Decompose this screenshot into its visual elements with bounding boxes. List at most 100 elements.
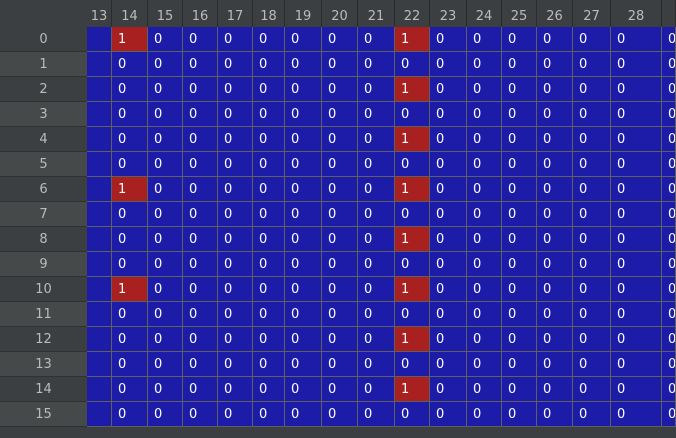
table-cell[interactable]: 0 bbox=[218, 102, 253, 127]
table-cell[interactable]: 0 bbox=[467, 402, 502, 427]
column-header[interactable]: 22 bbox=[395, 0, 430, 27]
table-cell[interactable]: 0 bbox=[611, 127, 662, 152]
column-header[interactable]: 14 bbox=[112, 0, 148, 27]
table-cell[interactable] bbox=[87, 202, 112, 227]
table-cell[interactable]: 0 bbox=[218, 227, 253, 252]
table-cell[interactable]: 0 bbox=[253, 27, 285, 52]
table-cell[interactable]: 0 bbox=[358, 227, 395, 252]
table-cell[interactable]: 0 bbox=[537, 402, 573, 427]
table-cell[interactable]: 0 bbox=[662, 152, 676, 177]
table-cell[interactable] bbox=[87, 402, 112, 427]
column-header[interactable]: 16 bbox=[183, 0, 218, 27]
row-header[interactable]: 11 bbox=[0, 302, 87, 327]
table-cell[interactable]: 0 bbox=[395, 102, 430, 127]
table-cell[interactable]: 0 bbox=[358, 302, 395, 327]
table-cell[interactable]: 0 bbox=[358, 252, 395, 277]
table-cell[interactable]: 0 bbox=[183, 152, 218, 177]
table-cell[interactable]: 0 bbox=[611, 177, 662, 202]
table-cell[interactable]: 0 bbox=[148, 252, 183, 277]
table-cell[interactable]: 0 bbox=[285, 252, 322, 277]
table-cell[interactable]: 0 bbox=[662, 327, 676, 352]
table-cell[interactable]: 0 bbox=[662, 52, 676, 77]
table-cell[interactable]: 0 bbox=[358, 152, 395, 177]
table-cell[interactable]: 0 bbox=[358, 277, 395, 302]
table-cell[interactable] bbox=[87, 327, 112, 352]
row-header[interactable]: 8 bbox=[0, 227, 87, 252]
table-cell[interactable]: 0 bbox=[322, 377, 358, 402]
table-cell[interactable]: 0 bbox=[502, 102, 537, 127]
table-cell[interactable] bbox=[87, 377, 112, 402]
table-cell[interactable]: 0 bbox=[611, 327, 662, 352]
table-cell[interactable]: 0 bbox=[112, 77, 148, 102]
table-cell[interactable]: 0 bbox=[322, 202, 358, 227]
table-cell[interactable]: 0 bbox=[573, 277, 611, 302]
table-cell[interactable]: 0 bbox=[285, 202, 322, 227]
table-cell[interactable]: 0 bbox=[502, 377, 537, 402]
table-cell[interactable]: 0 bbox=[358, 377, 395, 402]
table-cell[interactable]: 0 bbox=[322, 27, 358, 52]
table-cell[interactable]: 0 bbox=[112, 202, 148, 227]
table-cell[interactable]: 0 bbox=[611, 352, 662, 377]
table-cell[interactable]: 0 bbox=[573, 77, 611, 102]
table-cell[interactable] bbox=[87, 27, 112, 52]
table-cell[interactable]: 0 bbox=[285, 27, 322, 52]
table-cell[interactable]: 1 bbox=[112, 27, 148, 52]
table-cell[interactable]: 0 bbox=[183, 127, 218, 152]
table-cell[interactable]: 0 bbox=[430, 202, 467, 227]
table-cell[interactable]: 0 bbox=[218, 252, 253, 277]
table-cell[interactable]: 0 bbox=[253, 302, 285, 327]
column-header[interactable]: 17 bbox=[218, 0, 253, 27]
table-cell[interactable]: 0 bbox=[253, 327, 285, 352]
table-cell[interactable]: 0 bbox=[537, 52, 573, 77]
table-cell[interactable]: 0 bbox=[662, 177, 676, 202]
table-cell[interactable]: 0 bbox=[358, 327, 395, 352]
table-cell[interactable]: 0 bbox=[573, 102, 611, 127]
table-cell[interactable]: 0 bbox=[467, 277, 502, 302]
table-cell[interactable]: 0 bbox=[467, 302, 502, 327]
table-cell[interactable]: 0 bbox=[573, 327, 611, 352]
table-cell[interactable]: 0 bbox=[148, 402, 183, 427]
column-header[interactable]: 20 bbox=[322, 0, 358, 27]
row-header[interactable]: 12 bbox=[0, 327, 87, 352]
table-cell[interactable]: 0 bbox=[467, 352, 502, 377]
table-cell[interactable]: 0 bbox=[467, 52, 502, 77]
table-cell[interactable]: 0 bbox=[537, 252, 573, 277]
table-cell[interactable]: 0 bbox=[112, 352, 148, 377]
row-header[interactable]: 9 bbox=[0, 252, 87, 277]
table-cell[interactable]: 0 bbox=[358, 127, 395, 152]
table-cell[interactable]: 0 bbox=[218, 277, 253, 302]
row-header[interactable]: 13 bbox=[0, 352, 87, 377]
table-cell[interactable]: 0 bbox=[573, 377, 611, 402]
table-cell[interactable]: 0 bbox=[467, 127, 502, 152]
table-cell[interactable]: 0 bbox=[285, 377, 322, 402]
table-cell[interactable]: 1 bbox=[395, 177, 430, 202]
table-cell[interactable]: 0 bbox=[183, 27, 218, 52]
table-cell[interactable]: 0 bbox=[183, 227, 218, 252]
table-cell[interactable]: 0 bbox=[502, 277, 537, 302]
table-cell[interactable]: 0 bbox=[148, 177, 183, 202]
table-cell[interactable]: 0 bbox=[183, 352, 218, 377]
table-cell[interactable]: 0 bbox=[358, 52, 395, 77]
table-cell[interactable] bbox=[87, 127, 112, 152]
table-cell[interactable]: 0 bbox=[285, 102, 322, 127]
table-cell[interactable]: 0 bbox=[112, 252, 148, 277]
table-cell[interactable]: 0 bbox=[502, 52, 537, 77]
table-cell[interactable]: 0 bbox=[430, 77, 467, 102]
table-cell[interactable]: 0 bbox=[183, 252, 218, 277]
table-cell[interactable]: 0 bbox=[253, 127, 285, 152]
table-cell[interactable]: 0 bbox=[662, 402, 676, 427]
table-cell[interactable]: 0 bbox=[662, 202, 676, 227]
row-header[interactable]: 1 bbox=[0, 52, 87, 77]
table-cell[interactable]: 0 bbox=[611, 52, 662, 77]
row-header[interactable]: 4 bbox=[0, 127, 87, 152]
column-header[interactable]: 18 bbox=[253, 0, 285, 27]
table-cell[interactable]: 0 bbox=[395, 202, 430, 227]
table-cell[interactable]: 0 bbox=[662, 252, 676, 277]
table-cell[interactable]: 0 bbox=[253, 277, 285, 302]
table-cell[interactable]: 0 bbox=[502, 302, 537, 327]
table-cell[interactable]: 0 bbox=[285, 52, 322, 77]
table-cell[interactable]: 0 bbox=[148, 52, 183, 77]
table-cell[interactable]: 0 bbox=[467, 27, 502, 52]
table-cell[interactable]: 0 bbox=[148, 352, 183, 377]
table-cell[interactable]: 0 bbox=[573, 177, 611, 202]
